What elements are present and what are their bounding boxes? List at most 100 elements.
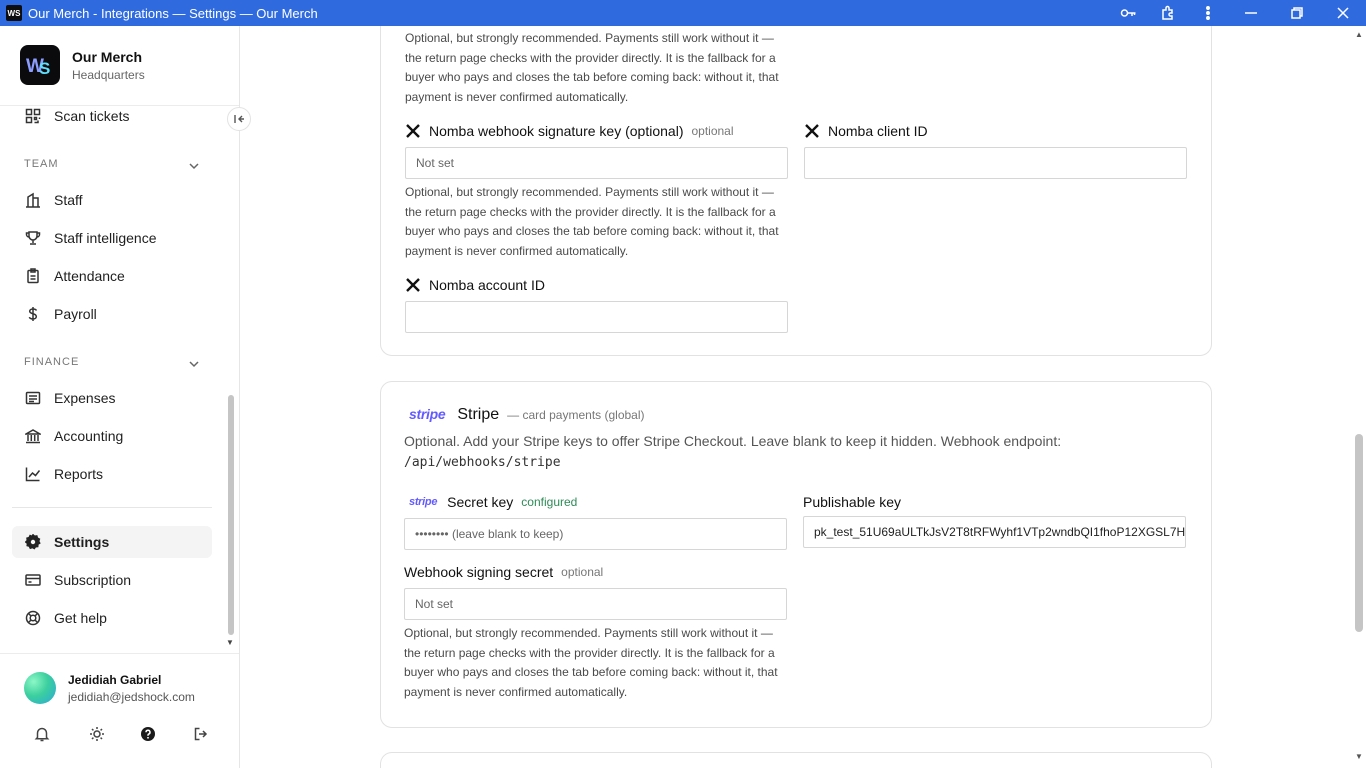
nomba-logo-icon [405, 123, 421, 139]
sidebar-item-scan-tickets[interactable]: Scan tickets [12, 100, 212, 132]
sidebar-item-attendance[interactable]: Attendance [12, 260, 212, 292]
sidebar-item-subscription[interactable]: Subscription [12, 564, 212, 596]
sidebar-item-label: Staff [54, 192, 83, 208]
scroll-up-arrow-icon[interactable]: ▲ [1355, 30, 1363, 39]
nomba-account-id-input[interactable] [405, 301, 788, 333]
label-text: Nomba account ID [429, 277, 545, 293]
divider [0, 653, 239, 654]
sidebar-item-label: Subscription [54, 572, 132, 588]
nomba-card: Optional, but strongly recommended. Paym… [380, 26, 1212, 356]
sidebar-item-reports[interactable]: Reports [12, 458, 212, 490]
sidebar-item-label: Settings [54, 534, 110, 550]
gear-icon [24, 533, 42, 551]
brand-subtitle: Headquarters [72, 67, 145, 82]
app-icon: WS [6, 5, 22, 21]
nomba-help-text-1: Optional, but strongly recommended. Paym… [405, 31, 779, 104]
card-icon [24, 571, 42, 589]
stripe-secret-key-input[interactable]: •••••••• (leave blank to keep) [404, 518, 787, 550]
minimize-button[interactable] [1228, 0, 1274, 26]
stripe-publishable-key-label: Publishable key [803, 494, 901, 510]
user-profile[interactable]: Jedidiah Gabriel jedidiah@jedshock.com [24, 672, 195, 704]
key-icon[interactable] [1108, 0, 1148, 26]
description-text: Optional. Add your Stripe keys to offer … [404, 433, 1062, 449]
sidebar-item-label: Payroll [54, 306, 97, 322]
divider [12, 507, 212, 508]
building-icon [24, 191, 42, 209]
main-scrollbar[interactable]: ▲ ▼ [1352, 26, 1366, 768]
scroll-down-arrow-icon[interactable]: ▼ [226, 638, 234, 647]
sidebar-item-settings[interactable]: Settings [12, 526, 212, 558]
section-label-finance: FINANCE [24, 356, 80, 368]
label-text: Publishable key [803, 494, 902, 510]
main-content: Optional, but strongly recommended. Paym… [241, 26, 1351, 768]
nomba-help-text-2: Optional, but strongly recommended. Paym… [405, 185, 779, 258]
bank-icon [24, 427, 42, 445]
scrollbar-thumb[interactable] [1355, 434, 1363, 632]
window-title: Our Merch - Integrations — Settings — Ou… [28, 5, 318, 21]
brand-logo: W S [20, 45, 60, 85]
svg-text:S: S [39, 59, 50, 77]
restore-button[interactable] [1274, 0, 1320, 26]
sidebar-item-label: Accounting [54, 428, 124, 444]
collapse-sidebar-button[interactable] [227, 107, 251, 131]
configured-badge: configured [521, 495, 578, 509]
receipt-icon [24, 389, 42, 407]
sidebar-item-staff[interactable]: Staff [12, 184, 212, 216]
stripe-logo: stripe [409, 406, 446, 422]
label-text: Nomba client ID [828, 123, 928, 139]
avatar [24, 672, 56, 704]
trophy-icon [24, 229, 42, 247]
sidebar-item-label: Attendance [54, 268, 125, 284]
logout-icon[interactable] [191, 724, 211, 744]
brand[interactable]: W S Our Merch Headquarters [20, 45, 145, 85]
nomba-client-id-label: Nomba client ID [804, 123, 928, 139]
sidebar-item-accounting[interactable]: Accounting [12, 420, 212, 452]
sidebar-item-get-help[interactable]: Get help [12, 602, 212, 634]
sidebar-scrollbar[interactable] [228, 395, 234, 635]
nomba-logo-icon [405, 277, 421, 293]
label-text: Nomba webhook signature key (optional) [429, 123, 684, 139]
scroll-down-arrow-icon[interactable]: ▼ [1355, 752, 1363, 761]
chart-line-icon [24, 465, 42, 483]
sidebar-item-label: Scan tickets [54, 108, 130, 124]
sidebar-footer-actions [22, 724, 222, 748]
sidebar-item-label: Expenses [54, 390, 116, 406]
sidebar-item-staff-intelligence[interactable]: Staff intelligence [12, 222, 212, 254]
label-text: Secret key [447, 494, 514, 510]
brand-name: Our Merch [72, 48, 143, 65]
stripe-help-text: Optional, but strongly recommended. Paym… [404, 626, 778, 699]
window-titlebar: WS Our Merch - Integrations — Settings —… [0, 0, 1366, 26]
user-email: jedidiah@jedshock.com [68, 689, 195, 704]
nomba-webhook-key-input[interactable]: Not set [405, 147, 788, 179]
stripe-logo-small: stripe [409, 496, 438, 508]
stripe-subtitle: — card payments (global) [507, 408, 645, 422]
bell-icon[interactable] [32, 724, 52, 744]
sidebar-item-label: Staff intelligence [54, 230, 157, 246]
extensions-icon[interactable] [1148, 0, 1188, 26]
nomba-webhook-key-label: Nomba webhook signature key (optional) o… [405, 123, 734, 139]
stripe-publishable-key-input[interactable]: pk_test_51U69aULTkJsV2T8tRFWyhf1VTp2wndb… [803, 516, 1186, 548]
lifebuoy-icon [24, 609, 42, 627]
sidebar-item-expenses[interactable]: Expenses [12, 382, 212, 414]
sun-icon[interactable] [87, 724, 107, 744]
sidebar-item-label: Reports [54, 466, 104, 482]
chevron-down-icon[interactable] [188, 159, 200, 171]
optional-tag: optional [691, 124, 734, 138]
chevron-down-icon[interactable] [188, 357, 200, 369]
clipboard-icon [24, 267, 42, 285]
help-icon[interactable] [138, 724, 158, 744]
stripe-header: stripe Stripe — card payments (global) [409, 406, 645, 424]
stripe-webhook-secret-input[interactable]: Not set [404, 588, 787, 620]
section-label-team: TEAM [24, 158, 59, 170]
stripe-title: Stripe [457, 406, 500, 423]
dollar-icon [24, 305, 42, 323]
sidebar-item-payroll[interactable]: Payroll [12, 298, 212, 330]
sidebar-item-label: Get help [54, 610, 107, 626]
webhook-endpoint: /api/webhooks/stripe [404, 455, 561, 470]
stripe-description: Optional. Add your Stripe keys to offer … [404, 431, 1124, 473]
nomba-logo-icon [804, 123, 820, 139]
nomba-client-id-input[interactable] [804, 147, 1187, 179]
label-text: Webhook signing secret [404, 564, 554, 580]
close-button[interactable] [1320, 0, 1366, 26]
more-options-icon[interactable] [1188, 0, 1228, 26]
